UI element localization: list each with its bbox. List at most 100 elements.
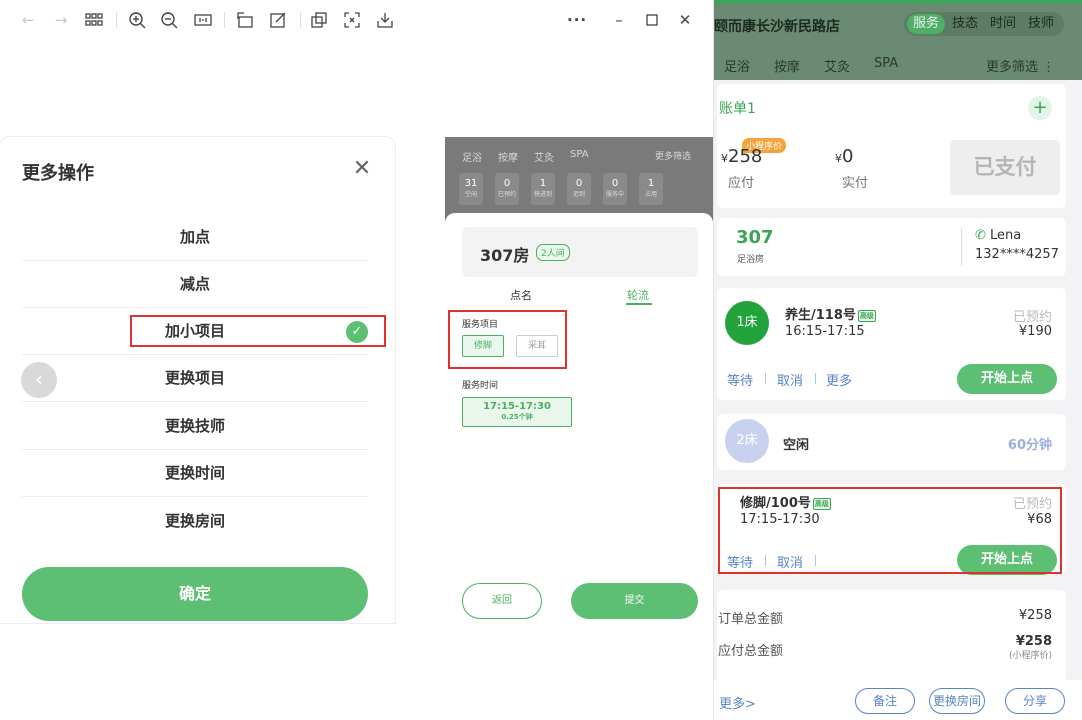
option-change-technician[interactable]: 更换技师 (22, 403, 368, 450)
minimize-icon[interactable]: – (609, 10, 629, 30)
room-header: 307房 2人间 (462, 227, 698, 277)
segment-service[interactable]: 服务 (907, 14, 946, 34)
actual-amount: ¥0 (835, 146, 854, 167)
service-time-label: 服务时间 (462, 381, 499, 391)
preview-stat: 0 已预约 (495, 173, 519, 205)
forward-arrow-icon[interactable]: → (51, 10, 71, 30)
preview-stat: 1 占用 (639, 173, 663, 205)
bed-price: ¥190 (1018, 324, 1052, 339)
room-card: 307 足浴房 ✆ Lena 132****4257 (717, 218, 1066, 276)
more-button[interactable]: 更多 (826, 370, 852, 389)
wait-button[interactable]: 等待 (727, 370, 753, 389)
start-service-button[interactable]: 开始上点 (957, 364, 1057, 394)
preview-more-filter: 更多筛选 (655, 152, 692, 162)
bed-card-1: 1床 养生/118号 高级 16:15-17:15 已预约 ¥190 等待 取消 … (717, 288, 1066, 400)
bed-badge: 2床 (725, 419, 769, 463)
add-item-preview: 足浴 按摩 艾灸 SPA 更多筛选 31 空闲 0 已预约 1 快进到 0 迟到 0 服务… (445, 137, 713, 623)
option-change-time[interactable]: 更换时间 (22, 450, 368, 497)
customer-phone: 132****4257 (975, 247, 1059, 262)
more-link[interactable]: 更多> (719, 693, 756, 712)
order-total: ¥258 (1018, 608, 1052, 623)
preview-tab-foot: 足浴 (462, 153, 482, 164)
segment-tech-status[interactable]: 技态 (952, 14, 978, 34)
bed-service: 养生/118号 高级 (785, 308, 876, 323)
bed-badge: 1床 (725, 301, 769, 345)
payable-label: 应付 (728, 176, 755, 191)
viewer-toolbar: ← → ··· – ✕ (0, 0, 714, 40)
room-number: 307房 (480, 246, 530, 265)
bill-title: 账单1 (719, 101, 756, 117)
note-button[interactable]: 备注 (855, 688, 915, 714)
crop-icon[interactable] (342, 10, 362, 30)
bill-card: 账单1 + 小程序价 ¥258 应付 ¥0 实付 已支付 (717, 84, 1066, 208)
rotate-icon[interactable] (235, 10, 255, 30)
preview-stat: 1 快进到 (531, 173, 555, 205)
preview-stat: 0 服务中 (603, 173, 627, 205)
phone-icon: ✆ (975, 228, 986, 243)
highlight-box (718, 487, 1062, 574)
cancel-button[interactable]: 取消 (777, 370, 803, 389)
category-massage[interactable]: 按摩 (774, 56, 800, 75)
actual-label: 实付 (842, 176, 869, 191)
grid-icon[interactable] (84, 10, 104, 30)
bed-status: 已预约 (1012, 310, 1052, 325)
highlight-box (448, 310, 567, 369)
zoom-out-icon[interactable] (159, 10, 179, 30)
change-room-button[interactable]: 更换房间 (929, 688, 985, 714)
download-icon[interactable] (375, 10, 395, 30)
add-bill-icon[interactable]: + (1028, 96, 1052, 120)
back-button[interactable]: 返回 (462, 583, 542, 619)
paid-status: 已支付 (950, 140, 1060, 195)
share-button[interactable]: 分享 (1005, 688, 1065, 714)
time-slot[interactable]: 17:15-17:30 0.25个钟 (462, 397, 572, 427)
option-reduce-point[interactable]: 减点 (22, 261, 368, 308)
tab-rotation[interactable]: 轮流 (627, 287, 649, 303)
room-type: 足浴房 (737, 255, 765, 265)
category-spa[interactable]: SPA (874, 56, 898, 71)
payable-total: ¥258 (1015, 634, 1052, 649)
segment-control: 服务 技态 时间 技师 (904, 12, 1064, 36)
preview-stat: 31 空闲 (459, 173, 483, 205)
option-add-point[interactable]: 加点 (22, 214, 368, 261)
room-number: 307 (736, 227, 774, 248)
category-foot-bath[interactable]: 足浴 (724, 56, 750, 75)
order-app: 颐而康长沙新民路店 服务 技态 时间 技师 足浴 按摩 艾灸 SPA 更多筛选 … (714, 0, 1082, 720)
payable-note: (小程序价) (1008, 651, 1052, 661)
store-name: 颐而康长沙新民路店 (714, 19, 840, 35)
category-moxibustion[interactable]: 艾灸 (824, 56, 850, 75)
option-change-item[interactable]: 更换项目 (22, 355, 368, 402)
preview-stat: 0 迟到 (567, 173, 591, 205)
close-icon[interactable]: ✕ (675, 10, 695, 30)
add-item-sheet: 307房 2人间 点名 轮流 服务项目 修脚 采耳 服务时间 17:15-17:… (445, 213, 713, 623)
zoom-in-icon[interactable] (127, 10, 147, 30)
confirm-button[interactable]: 确定 (22, 567, 368, 621)
bed-card-2: 2床 空闲 60分钟 (717, 414, 1066, 470)
payable-amount: ¥258 (721, 146, 763, 167)
segment-time[interactable]: 时间 (990, 14, 1016, 34)
more-icon[interactable]: ··· (567, 10, 587, 30)
previous-image-icon[interactable]: ‹ (21, 362, 57, 398)
submit-button[interactable]: 提交 (571, 583, 698, 619)
dialog-title: 更多操作 (22, 163, 94, 184)
fit-icon[interactable] (193, 10, 213, 30)
summary-card: 订单总金额 ¥258 应付总金额 ¥258 (小程序价) (717, 590, 1066, 684)
order-total-label: 订单总金额 (718, 612, 784, 627)
bed-time: 16:15-17:15 (785, 324, 865, 339)
segment-technician[interactable]: 技师 (1028, 14, 1054, 34)
image-viewer-window: ← → ··· – ✕ 更多操作 ✕ 加点 减点 加小项目 ✓ 更换项目 更换技… (0, 0, 714, 720)
bed-duration: 60分钟 (1007, 438, 1052, 453)
edit-icon[interactable] (268, 10, 288, 30)
copy-icon[interactable] (309, 10, 329, 30)
payable-total-label: 应付总金额 (718, 644, 784, 659)
preview-tab-moxa: 艾灸 (534, 153, 554, 164)
dialog-close-icon[interactable]: ✕ (350, 157, 374, 181)
app-header: 颐而康长沙新民路店 服务 技态 时间 技师 足浴 按摩 艾灸 SPA 更多筛选 … (714, 0, 1082, 80)
highlight-box (130, 315, 386, 347)
back-arrow-icon[interactable]: ← (18, 10, 38, 30)
option-change-room[interactable]: 更换房间 (22, 498, 368, 545)
maximize-icon[interactable] (642, 10, 662, 30)
room-capacity-tag: 2人间 (536, 244, 570, 261)
tab-call-name[interactable]: 点名 (510, 287, 532, 303)
more-filter-button[interactable]: 更多筛选 ⋮ (986, 56, 1055, 75)
tab-underline (626, 303, 652, 305)
